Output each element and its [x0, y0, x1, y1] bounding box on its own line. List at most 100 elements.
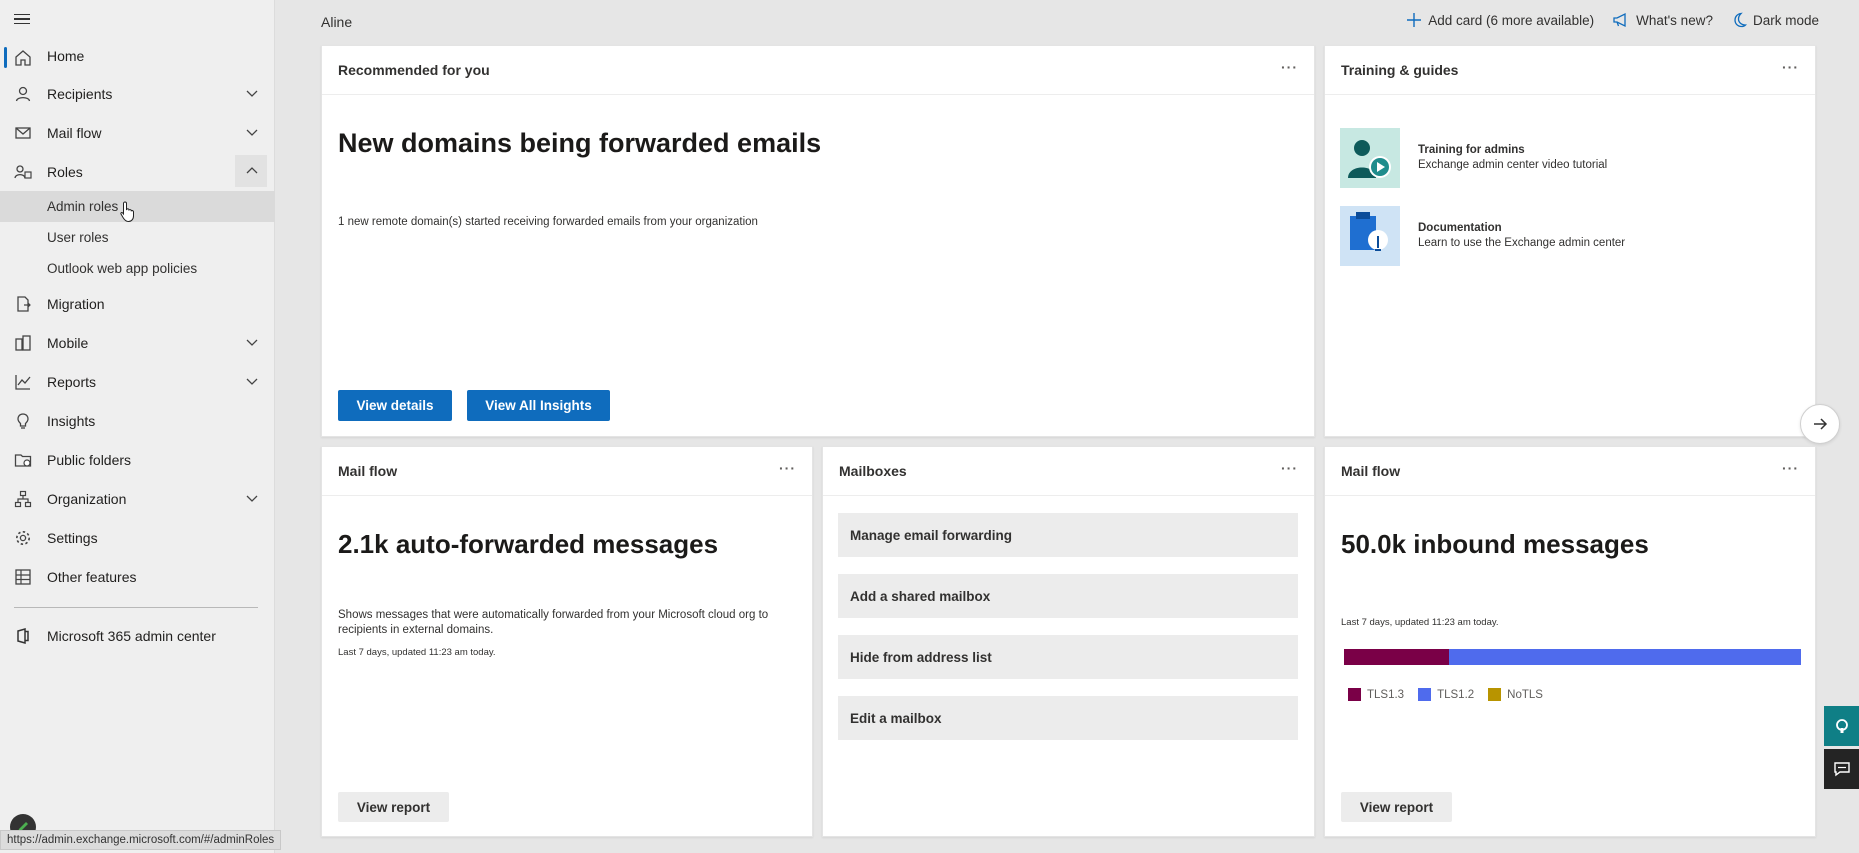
chevron-down-icon[interactable] [246, 336, 258, 348]
sidebar-subitem-label: User roles [47, 230, 109, 245]
legend-item-notls: NoTLS [1488, 688, 1543, 701]
sidebar-subitem-admin-roles[interactable]: Admin roles [0, 191, 275, 222]
hide-from-address-list-button[interactable]: Hide from address list [838, 635, 1298, 679]
card-header-title: Mailboxes [839, 463, 907, 479]
card-header: Mail flow ··· [1325, 447, 1815, 496]
documentation-icon [1340, 206, 1400, 266]
chevron-down-icon[interactable] [246, 126, 258, 138]
sidebar-item-organization[interactable]: Organization [0, 479, 275, 518]
mailflow-inbound-card: Mail flow ··· 50.0k inbound messages Las… [1324, 446, 1816, 837]
mailboxes-card: Mailboxes ··· Manage email forwarding Ad… [822, 446, 1315, 837]
sidebar-subitem-user-roles[interactable]: User roles [0, 222, 275, 253]
card-header-title: Mail flow [338, 463, 398, 479]
training-video-icon [1340, 128, 1400, 188]
legend-swatch [1418, 688, 1432, 701]
card-header: Training & guides ··· [1325, 46, 1815, 95]
more-options-icon[interactable]: ··· [1782, 59, 1799, 75]
training-item-title: Training for admins [1418, 144, 1525, 156]
sidebar-item-public-folders[interactable]: Public folders [0, 440, 275, 479]
sidebar-item-label: Reports [47, 373, 97, 390]
sidebar-item-label: Insights [47, 412, 96, 429]
whats-new-button[interactable]: What's new? [1612, 12, 1713, 28]
chevron-down-icon[interactable] [246, 492, 258, 504]
legend-item-tls13: TLS1.3 [1348, 688, 1404, 701]
manage-email-forwarding-button[interactable]: Manage email forwarding [838, 513, 1298, 557]
person-icon [15, 86, 31, 102]
edit-mailbox-button[interactable]: Edit a mailbox [838, 696, 1298, 740]
org-icon [14, 490, 32, 508]
add-card-button[interactable]: Add card (6 more available) [1406, 12, 1594, 28]
arrow-right-icon [1814, 418, 1828, 430]
more-options-icon[interactable]: ··· [1281, 460, 1298, 476]
megaphone-icon [1613, 12, 1626, 28]
whats-new-label: What's new? [1636, 12, 1713, 28]
sidebar-item-mobile[interactable]: Mobile [0, 323, 275, 362]
sidebar-item-label: Home [47, 48, 85, 64]
tls-bar-segment [1344, 649, 1450, 665]
hand-cursor-icon [120, 200, 135, 222]
sidebar-item-label: Migration [47, 295, 105, 312]
chart-icon [15, 375, 31, 390]
sidebar-item-label: Mail flow [47, 124, 102, 141]
sidebar-item-label: Roles [47, 163, 83, 180]
inbound-updated: Last 7 days, updated 11:23 am today. [1341, 617, 1499, 628]
hamburger-menu-icon[interactable] [14, 9, 34, 29]
sidebar-item-label: Organization [47, 490, 127, 507]
forward-description: Shows messages that were automatically f… [338, 609, 769, 636]
status-bar-url: https://admin.exchange.microsoft.com/#/a… [0, 830, 282, 850]
feedback-button[interactable] [1824, 749, 1859, 789]
office-icon [17, 628, 29, 644]
sidebar-item-label: Other features [47, 568, 137, 585]
sidebar-item-reports[interactable]: Reports [0, 362, 275, 401]
dark-mode-toggle[interactable]: Dark mode [1731, 12, 1819, 28]
view-report-button[interactable]: View report [1341, 792, 1452, 822]
sidebar-item-m365-admin-center[interactable]: Microsoft 365 admin center [0, 616, 275, 655]
sidebar-item-mail-flow[interactable]: Mail flow [0, 113, 275, 152]
inbound-metric-title: 50.0k inbound messages [1341, 529, 1649, 559]
view-all-insights-button[interactable]: View All Insights [467, 390, 610, 421]
recommended-description: 1 new remote domain(s) started receiving… [338, 216, 758, 228]
legend-swatch [1348, 688, 1361, 701]
add-shared-mailbox-button[interactable]: Add a shared mailbox [838, 574, 1298, 618]
sidebar-subitem-owa-policies[interactable]: Outlook web app policies [0, 253, 275, 284]
card-header-title: Mail flow [1341, 463, 1401, 479]
gear-icon [16, 531, 30, 545]
sidebar-item-label: Settings [47, 529, 98, 546]
chevron-up-icon[interactable] [246, 165, 258, 177]
more-options-icon[interactable]: ··· [779, 460, 796, 476]
documentation-item-title: Documentation [1418, 222, 1502, 234]
legend-label: TLS1.3 [1367, 688, 1405, 701]
chevron-down-icon[interactable] [246, 375, 258, 387]
migration-icon [17, 296, 31, 312]
training-item[interactable]: Training for admins Exchange admin cente… [1340, 128, 1607, 188]
mailflow-forward-card: Mail flow ··· 2.1k auto-forwarded messag… [321, 446, 813, 837]
sidebar-item-label: Recipients [47, 85, 113, 102]
sidebar-item-migration[interactable]: Migration [0, 284, 275, 323]
sidebar-item-label: Microsoft 365 admin center [47, 627, 216, 644]
documentation-item[interactable]: Documentation Learn to use the Exchange … [1340, 206, 1625, 266]
card-header-title: Recommended for you [338, 62, 490, 78]
card-header-title: Training & guides [1341, 62, 1459, 78]
documentation-item-subtitle: Learn to use the Exchange admin center [1418, 237, 1626, 249]
forward-updated: Last 7 days, updated 11:23 am today. [338, 647, 496, 658]
view-report-button[interactable]: View report [338, 792, 449, 822]
sidebar-item-home[interactable]: Home [0, 38, 275, 74]
sidebar-item-recipients[interactable]: Recipients [0, 74, 275, 113]
tls-stacked-bar [1344, 649, 1801, 665]
more-options-icon[interactable]: ··· [1782, 460, 1799, 476]
dark-mode-label: Dark mode [1752, 12, 1819, 28]
card-header: Mailboxes ··· [823, 447, 1314, 496]
chevron-down-icon[interactable] [246, 87, 258, 99]
home-icon [15, 50, 31, 66]
sidebar-item-insights[interactable]: Insights [0, 401, 275, 440]
sidebar-item-other-features[interactable]: Other features [0, 557, 275, 596]
help-support-button[interactable] [1824, 706, 1859, 746]
more-options-icon[interactable]: ··· [1281, 59, 1298, 75]
tls-bar-segment [1449, 649, 1801, 665]
next-arrow-button[interactable] [1800, 404, 1840, 444]
sidebar-item-settings[interactable]: Settings [0, 518, 275, 557]
legend-label: TLS1.2 [1437, 688, 1475, 701]
sidebar-item-roles[interactable]: Roles [0, 152, 275, 191]
topbar-actions: Add card (6 more available) What's new? … [1406, 12, 1819, 28]
view-details-button[interactable]: View details [338, 390, 452, 421]
